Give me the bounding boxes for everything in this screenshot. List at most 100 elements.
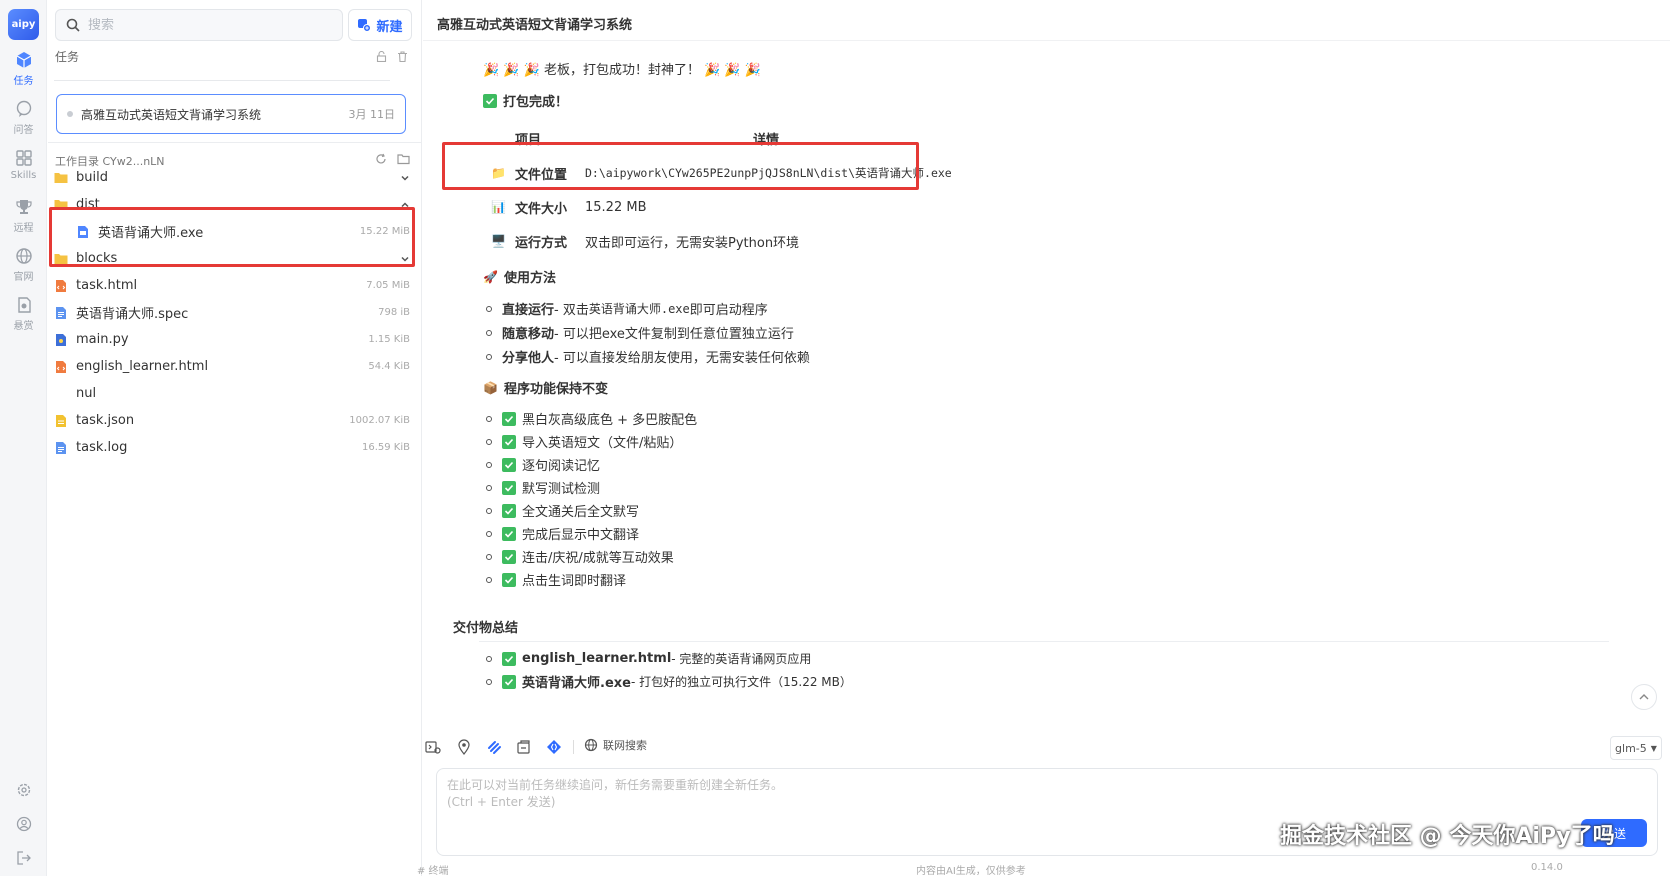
search-box[interactable] (55, 9, 343, 41)
rail-item-qa[interactable]: 问答 (0, 99, 47, 143)
bounty-icon (14, 295, 34, 315)
new-task-button[interactable]: 新建 (348, 9, 412, 41)
usage-item: 分享他人 - 可以直接发给朋友使用，无需安装任何依赖 (486, 347, 810, 366)
summary-item: english_learner.html - 完整的英语背诵网页应用 (486, 650, 811, 667)
scroll-to-top-button[interactable] (1631, 684, 1657, 710)
rail-item-remote[interactable]: 远程 (0, 197, 47, 241)
web-search-toggle[interactable]: 联网搜索 (584, 737, 647, 753)
file-size: 54.4 KiB (368, 361, 410, 372)
file-tree-item[interactable]: main.py 1.15 KiB (54, 326, 414, 353)
search-input[interactable] (88, 17, 328, 33)
file-tree-item[interactable]: blocks (54, 245, 414, 272)
file-size: 798 iB (378, 307, 410, 318)
file-tree-item[interactable]: nul (54, 380, 414, 407)
check-icon (502, 457, 516, 472)
rail-label: 任务 (13, 76, 34, 87)
bullet-icon (486, 329, 492, 336)
blank-icon (54, 387, 68, 401)
table-head-detail: 详情 (753, 133, 780, 148)
rail-item-skills[interactable]: Skills (0, 148, 47, 192)
file-name: 英语背诵大师.spec (76, 307, 189, 322)
package-icon: 📦 (483, 380, 498, 395)
check-icon (502, 434, 516, 449)
file-size: 7.05 MiB (366, 280, 410, 291)
feature-text: 点击生词即时翻译 (522, 574, 627, 589)
file-tree-item[interactable]: build (54, 164, 414, 191)
location-tool-button[interactable] (454, 737, 474, 757)
code-tool-button[interactable] (544, 737, 564, 757)
file-tree-item[interactable]: 英语背诵大师.spec 798 iB (54, 299, 414, 326)
account-button[interactable] (0, 812, 47, 836)
model-select[interactable]: glm-5 ▼ (1610, 736, 1662, 760)
folder-icon (54, 198, 68, 212)
ai-disclaimer: 内容由AI生成，仅供参考 (916, 866, 1026, 876)
composer-toolbar: 联网搜索 glm-5 ▼ (423, 726, 1670, 768)
rail-item-bounty[interactable]: 悬赏 (0, 295, 47, 339)
bullet-icon (486, 655, 492, 662)
code-icon (547, 740, 561, 754)
globe-icon (14, 246, 34, 266)
toolbar-separator (573, 740, 574, 754)
usage-text: - 可以直接发给朋友使用，无需安装任何依赖 (554, 351, 810, 366)
bullet-icon (486, 353, 492, 360)
check-icon (502, 651, 516, 666)
file-name: dist (76, 197, 100, 212)
bullet-icon (486, 576, 492, 583)
file-size: 1.15 KiB (368, 334, 410, 345)
table-value: D:\aipywork\CYw265PE2unpPjQJS8nLN\dist\英… (585, 166, 952, 180)
chevron-down-icon[interactable] (398, 173, 412, 183)
file-tree-item[interactable]: task.html 7.05 MiB (54, 272, 414, 299)
logout-icon (16, 851, 31, 865)
chevron-down-icon[interactable] (398, 254, 412, 264)
feature-item: 导入英语短文（文件/粘贴） (486, 432, 682, 451)
task-item-active[interactable]: 高雅互动式英语短文背诵学习系统 3月 11日 (56, 94, 406, 134)
json-file-icon (54, 414, 68, 428)
terminal-link[interactable]: # 终端 (417, 862, 449, 876)
file-tree-item[interactable]: english_learner.html 54.4 KiB (54, 353, 414, 380)
app-logo[interactable]: aipy (8, 9, 39, 40)
page-title: 高雅互动式英语短文背诵学习系统 (437, 18, 633, 33)
bullet-icon (486, 484, 492, 491)
terminal-icon (425, 741, 441, 754)
table-key: 文件大小 (515, 201, 568, 217)
feature-text: 连击/庆祝/成就等互动效果 (522, 551, 674, 566)
logout-button[interactable] (0, 846, 47, 870)
usage-text: - 双击 (554, 303, 589, 318)
tasks-section-actions (376, 50, 408, 66)
file-tree-item[interactable]: 英语背诵大师.exe 15.22 MiB (54, 218, 414, 245)
html-file-icon (54, 279, 68, 293)
feature-text: 逐句阅读记忆 (522, 459, 601, 474)
feature-item: 完成后显示中文翻译 (486, 524, 639, 543)
row-icon: 📊 (491, 200, 506, 214)
rail-item-website[interactable]: 官网 (0, 246, 47, 290)
usage-item: 随意移动 - 可以把exe文件复制到任意位置独立运行 (486, 323, 794, 342)
file-tree-item[interactable]: task.json 1002.07 KiB (54, 407, 414, 434)
table-value: 双击即可运行，无需安装Python环境 (585, 235, 800, 251)
document-icon (54, 441, 68, 455)
table-key: 运行方式 (515, 235, 568, 251)
skills-tool-button[interactable] (484, 737, 504, 757)
lock-icon[interactable] (376, 50, 387, 66)
usage-text-post: 即可启动程序 (689, 303, 768, 318)
new-task-label: 新建 (376, 19, 403, 35)
python-file-icon (54, 333, 68, 347)
trash-icon[interactable] (397, 51, 408, 66)
attach-tool-button[interactable] (514, 737, 534, 757)
features-title: 程序功能保持不变 (503, 382, 608, 397)
skills-icon (488, 741, 501, 754)
message-content: 🎉 🎉 🎉 老板，打包成功！封神了！ 🎉 🎉 🎉 打包完成！ 项目 详情 📁 文件… (423, 41, 1670, 725)
file-tree-item[interactable]: task.log 16.59 KiB (54, 434, 414, 461)
rail-label: 官网 (13, 272, 34, 283)
chevron-up-icon[interactable] (398, 200, 412, 210)
folder-icon (54, 171, 68, 185)
rail-item-tasks[interactable]: 任务 (0, 50, 47, 94)
file-tree-item[interactable]: dist (54, 191, 414, 218)
settings-button[interactable] (0, 778, 47, 802)
summary-text: - 打包好的独立可执行文件（15.22 MB） (630, 675, 852, 689)
html-file-icon (54, 360, 68, 374)
terminal-tool-button[interactable] (423, 737, 443, 757)
check-icon (502, 480, 516, 495)
usage-text: - 可以把exe文件复制到任意位置独立运行 (554, 327, 794, 342)
table-value: 15.22 MB (585, 199, 647, 215)
bullet-icon (486, 507, 492, 514)
